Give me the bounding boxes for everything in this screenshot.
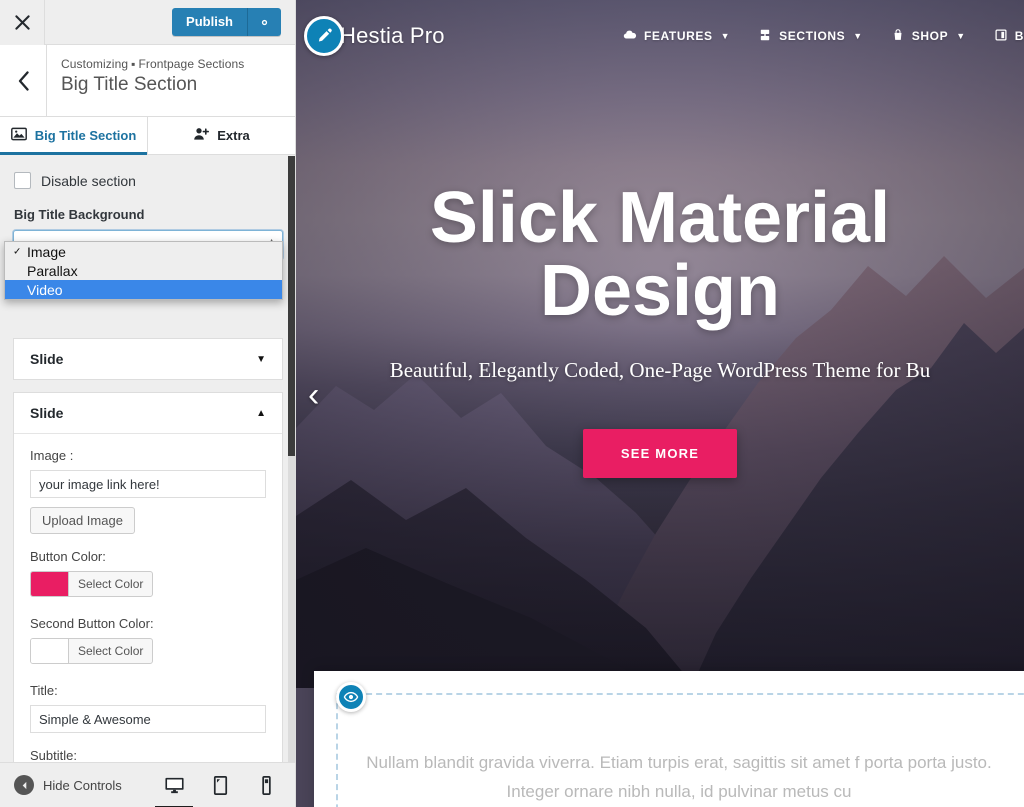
nav-item-blog[interactable]: B <box>994 28 1024 45</box>
content-section-card: Nullam blandit gravida viverra. Etiam tu… <box>314 671 1024 807</box>
customizer-bottombar: Hide Controls <box>0 762 296 807</box>
slide-accordion-collapsed-title: Slide <box>30 351 63 367</box>
customizer-titles: Customizing▪Frontpage Sections Big Title… <box>47 45 244 116</box>
pencil-edit-icon[interactable] <box>304 16 344 56</box>
nav-label: SECTIONS <box>779 29 845 43</box>
nav-item-features[interactable]: FEATURES ▼ <box>623 28 730 45</box>
second-button-color-action[interactable]: Select Color <box>69 639 152 663</box>
select-option-video[interactable]: Video <box>5 280 282 299</box>
publish-button[interactable]: Publish <box>172 8 248 37</box>
tab-label: Extra <box>217 128 250 143</box>
slide-accordion-body: Image : Upload Image Button Color: Selec… <box>14 433 282 768</box>
customizer-tabs: Big Title Section Extra <box>0 117 295 155</box>
image-icon <box>11 126 27 145</box>
background-select-wrap: ▲▼ Image Parallax Video <box>13 230 283 260</box>
chevron-down-icon: ▼ <box>256 354 266 365</box>
chevron-down-icon: ▼ <box>853 31 863 41</box>
nav-label: FEATURES <box>644 29 713 43</box>
customizer-scrollbar[interactable] <box>288 156 295 768</box>
slide-accordion-expanded: Slide ▲ Image : Upload Image Button Colo… <box>13 392 283 768</box>
title-field-label: Title: <box>30 683 266 698</box>
second-button-color-label: Second Button Color: <box>30 616 266 631</box>
disable-section-label: Disable section <box>41 173 136 189</box>
caret-left-circle-icon <box>14 775 34 795</box>
hide-controls-label: Hide Controls <box>43 778 122 793</box>
tablet-icon[interactable] <box>208 772 232 798</box>
breadcrumb: Customizing▪Frontpage Sections <box>61 57 244 71</box>
button-color-label: Button Color: <box>30 549 266 564</box>
nav-item-shop[interactable]: SHOP ▼ <box>891 28 966 45</box>
hero-content: Slick Material Design Beautiful, Elegant… <box>296 0 1024 620</box>
disable-section-row[interactable]: Disable section <box>0 156 296 189</box>
tab-extra[interactable]: Extra <box>148 117 295 154</box>
slide-accordion-expanded-header[interactable]: Slide ▲ <box>14 393 282 433</box>
site-header: Hestia Pro FEATURES ▼ SECTIONS <box>296 0 1024 72</box>
select-option-image[interactable]: Image <box>5 242 282 261</box>
breadcrumb-prefix: Customizing <box>61 57 128 71</box>
desktop-icon[interactable] <box>162 772 186 798</box>
see-more-button[interactable]: SEE MORE <box>583 429 737 478</box>
mobile-icon[interactable] <box>254 772 278 798</box>
background-select-dropdown: Image Parallax Video <box>4 241 283 300</box>
customizer-topbar: Publish <box>0 0 295 45</box>
shopping-bag-icon <box>891 28 905 45</box>
hero-section: Hestia Pro FEATURES ▼ SECTIONS <box>296 0 1024 688</box>
chevron-up-icon: ▲ <box>256 408 266 419</box>
button-color-swatch[interactable] <box>31 572 69 596</box>
gear-icon[interactable] <box>248 8 281 37</box>
customizer-panel: Publish Customizing▪Frontpage Sections B… <box>0 0 296 807</box>
nav-label: SHOP <box>912 29 948 43</box>
content-section-text: Nullam blandit gravida viverra. Etiam tu… <box>314 749 1024 807</box>
site-brand[interactable]: Hestia Pro <box>296 16 445 56</box>
slide-accordion-collapsed-header[interactable]: Slide ▼ <box>14 339 282 379</box>
breadcrumb-separator: ▪ <box>131 57 135 71</box>
tab-label: Big Title Section <box>35 128 137 143</box>
image-link-input[interactable] <box>30 470 266 498</box>
button-color-picker[interactable]: Select Color <box>30 571 153 597</box>
customizer-scrollbar-thumb[interactable] <box>288 156 295 456</box>
button-color-action[interactable]: Select Color <box>69 572 152 596</box>
customizer-content: Disable section Big Title Background ▲▼ … <box>0 156 296 768</box>
select-option-parallax[interactable]: Parallax <box>5 261 282 280</box>
hero-subtitle: Beautiful, Elegantly Coded, One-Page Wor… <box>390 358 931 383</box>
device-preview-group <box>162 772 296 798</box>
customizer-header: Customizing▪Frontpage Sections Big Title… <box>0 45 295 117</box>
image-field-label: Image : <box>30 448 266 463</box>
hide-controls-button[interactable]: Hide Controls <box>0 775 122 795</box>
chevron-down-icon: ▼ <box>956 31 966 41</box>
cloud-icon <box>623 28 637 45</box>
upload-image-button[interactable]: Upload Image <box>30 507 135 534</box>
disable-section-checkbox[interactable] <box>14 172 31 189</box>
second-button-color-swatch[interactable] <box>31 639 69 663</box>
breadcrumb-parent: Frontpage Sections <box>138 57 244 71</box>
site-nav: FEATURES ▼ SECTIONS ▼ SHOP <box>623 28 1024 45</box>
site-brand-text[interactable]: Hestia Pro <box>340 23 445 49</box>
hero-title: Slick Material Design <box>380 182 940 329</box>
chevron-down-icon: ▼ <box>721 31 731 41</box>
eye-icon[interactable] <box>336 682 366 712</box>
tab-big-title-section[interactable]: Big Title Section <box>0 117 148 154</box>
second-button-color-picker[interactable]: Select Color <box>30 638 153 664</box>
slide-accordion-expanded-title: Slide <box>30 405 63 421</box>
slide-accordion-collapsed: Slide ▼ <box>13 338 283 380</box>
nav-item-sections[interactable]: SECTIONS ▼ <box>758 28 863 45</box>
slider-prev-arrow[interactable]: ‹ <box>308 378 319 412</box>
layers-icon <box>758 28 772 45</box>
publish-group: Publish <box>172 8 281 37</box>
subtitle-field-label: Subtitle: <box>30 748 266 763</box>
page-title: Big Title Section <box>61 74 244 96</box>
user-plus-icon <box>193 126 209 145</box>
nav-label: B <box>1015 29 1024 43</box>
book-icon <box>994 28 1008 45</box>
back-button[interactable] <box>0 45 47 116</box>
site-preview: Hestia Pro FEATURES ▼ SECTIONS <box>296 0 1024 807</box>
big-title-background-label: Big Title Background <box>0 189 296 222</box>
close-icon[interactable] <box>0 0 45 45</box>
title-input[interactable] <box>30 705 266 733</box>
